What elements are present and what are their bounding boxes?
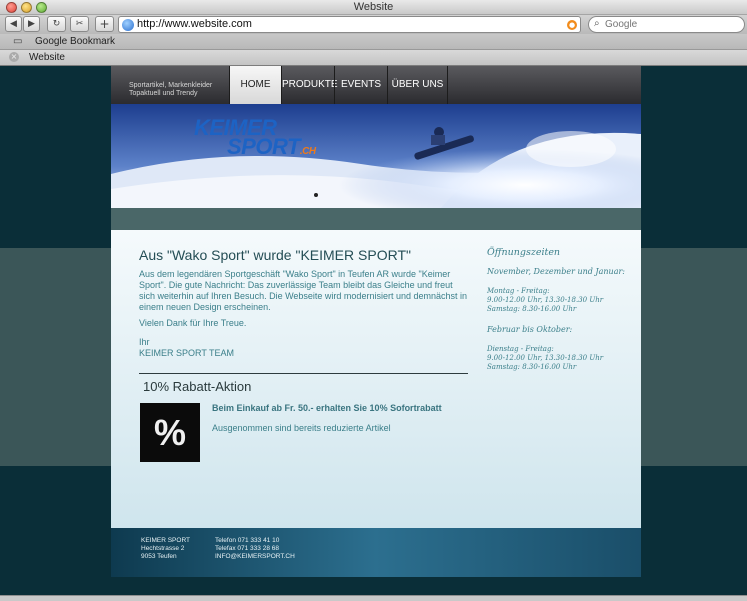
- hours-s1-days: Montag - Freitag:: [487, 287, 550, 295]
- logo-sport: SPORT.CH: [227, 134, 316, 160]
- signature: Ihr KEIMER SPORT TEAM: [139, 337, 234, 359]
- nav-home[interactable]: HOME: [229, 66, 281, 104]
- hours-s2-weekday: 9.00-12.00 Uhr, 13.30-18.30 Uhr: [487, 354, 604, 362]
- address-bar[interactable]: http://www.website.com ●: [118, 16, 581, 33]
- globe-icon: [122, 19, 134, 31]
- footer-city: 9053 Teufen: [141, 553, 177, 560]
- nav-events[interactable]: EVENTS: [334, 66, 387, 104]
- thanks-text: Vielen Dank für Ihre Treue.: [139, 318, 247, 328]
- hours-season-2: Februar bis Oktober:: [487, 325, 573, 334]
- window-titlebar: Website: [0, 0, 747, 15]
- footer-phone: Telefon 071 333 41 10: [215, 537, 280, 544]
- section-divider: [139, 373, 468, 374]
- snowboard-photo: [111, 104, 641, 208]
- footer-address: KEIMER SPORT Hechtstrasse 2 9053 Teufen: [141, 537, 190, 561]
- book-icon[interactable]: ▭: [13, 36, 22, 47]
- logo-suffix: .CH: [299, 146, 316, 157]
- close-tab-icon[interactable]: ×: [9, 52, 19, 62]
- signature-line-2: KEIMER SPORT TEAM: [139, 348, 235, 358]
- browser-toolbar: ◀ ▶ ↻ ✂ + http://www.website.com ● ⌕: [0, 15, 747, 34]
- promo-heading: 10% Rabatt-Aktion: [143, 379, 252, 394]
- tab-bar: × Website: [0, 50, 747, 66]
- rss-icon[interactable]: ●: [567, 20, 577, 30]
- footer-street: Hechtstrasse 2: [141, 545, 185, 552]
- search-field[interactable]: ⌕: [588, 16, 745, 33]
- reload-button[interactable]: ↻: [47, 16, 66, 32]
- footer-name: KEIMER SPORT: [141, 537, 191, 544]
- hours-title: Öffnungszeiten: [487, 247, 561, 258]
- signature-line-1: Ihr: [139, 337, 150, 347]
- forward-button[interactable]: ▶: [23, 16, 40, 32]
- window-title: Website: [353, 1, 394, 13]
- logo-sport-text: SPORT: [227, 134, 300, 159]
- hours-season-1: November, Dezember und Januar:: [487, 267, 625, 276]
- hero-banner: KEIMER SPORT.CH: [111, 104, 641, 208]
- search-icon: ⌕: [594, 18, 600, 29]
- site-navbar: Sportartikel, Markenkleider Topaktuell u…: [111, 66, 641, 104]
- hours-season-1-times: Montag - Freitag: 9.00-12.00 Uhr, 13.30-…: [487, 287, 603, 314]
- reload-icon: ↻: [52, 19, 61, 29]
- bookmarks-icon: ✂: [75, 19, 84, 29]
- promo-offer: Beim Einkauf ab Fr. 50.- erhalten Sie 10…: [212, 403, 442, 413]
- bookmarks-button[interactable]: ✂: [70, 16, 89, 32]
- page-title: Aus "Wako Sport" wurde "KEIMER SPORT": [139, 247, 411, 263]
- tagline-line-1: Sportartikel, Markenkleider: [129, 82, 213, 89]
- hours-season-2-times: Dienstag - Freitag: 9.00-12.00 Uhr, 13.3…: [487, 345, 603, 372]
- intro-paragraph: Aus dem legendären Sportgeschäft "Wako S…: [139, 269, 467, 312]
- add-icon: +: [99, 17, 110, 31]
- hours-s2-days: Dienstag - Freitag:: [487, 345, 554, 353]
- footer-contact: Telefon 071 333 41 10 Telefax 071 333 28…: [215, 537, 295, 561]
- site-footer: KEIMER SPORT Hechtstrasse 2 9053 Teufen …: [111, 528, 641, 577]
- page-viewport: Sportartikel, Markenkleider Topaktuell u…: [0, 66, 747, 601]
- nav-produkte[interactable]: PRODUKTE: [281, 66, 338, 104]
- add-bookmark-button[interactable]: +: [95, 16, 114, 32]
- address-url[interactable]: http://www.website.com: [137, 18, 252, 30]
- percent-icon: %: [140, 403, 200, 462]
- bookmark-item[interactable]: Google Bookmark: [35, 36, 115, 47]
- content-panel: Sportartikel, Markenkleider Topaktuell u…: [111, 66, 641, 577]
- footer-email[interactable]: INFO@KEIMERSPORT.CH: [215, 553, 295, 561]
- forward-icon: ▶: [28, 19, 35, 29]
- back-icon: ◀: [10, 19, 17, 29]
- hours-s1-weekday: 9.00-12.00 Uhr, 13.30-18.30 Uhr: [487, 296, 604, 304]
- tab-label: Website: [29, 52, 65, 63]
- hours-s1-saturday: Samstag: 8.30-16.00 Uhr: [487, 305, 577, 313]
- hours-s2-saturday: Samstag: 8.30-16.00 Uhr: [487, 363, 577, 371]
- search-input[interactable]: [605, 18, 735, 31]
- promo-note: Ausgenommen sind bereits reduzierte Arti…: [212, 423, 391, 433]
- footer-fax: Telefax 071 333 28 68: [215, 545, 279, 552]
- horizontal-scrollbar[interactable]: [0, 595, 747, 601]
- tagline-line-2: Topaktuell und Trendy: [129, 90, 198, 97]
- site-tagline: Sportartikel, Markenkleider Topaktuell u…: [129, 82, 212, 98]
- bookmarks-bar: ▭ Google Bookmark: [0, 34, 747, 50]
- back-button[interactable]: ◀: [5, 16, 22, 32]
- divider-strip: [111, 208, 641, 230]
- tab-website[interactable]: × Website: [0, 50, 747, 65]
- nav-ueber-uns[interactable]: ÜBER UNS: [387, 66, 448, 104]
